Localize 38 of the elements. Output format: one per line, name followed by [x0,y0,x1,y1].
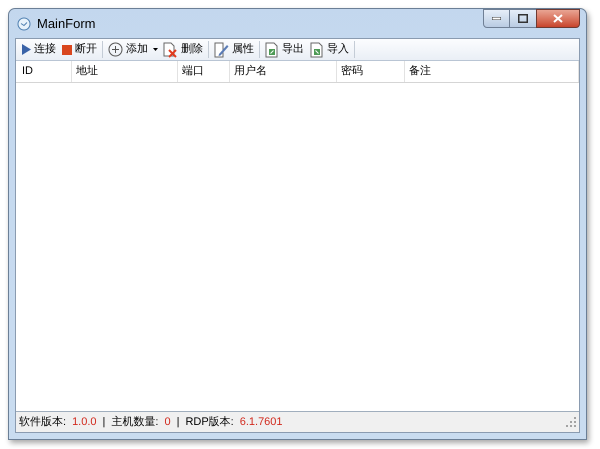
edit-document-icon [214,42,229,58]
document-arrow-icon [265,42,279,58]
status-value: 0 [164,414,171,430]
status-label: RDP版本: [185,414,234,430]
app-icon [17,16,31,30]
maximize-icon [518,14,528,23]
column-header[interactable]: 用户名 [230,61,337,82]
status-label: 主机数量: [111,414,158,430]
document-arrow-icon [310,42,324,58]
toolbar-button[interactable]: 属性 [211,40,257,60]
close-button[interactable] [536,9,580,28]
status-separator: | [176,414,180,430]
toolbar-button[interactable]: 添加 [105,40,151,60]
toolbar-button[interactable]: 断开 [59,40,100,60]
toolbar-button[interactable]: 删除 [160,40,206,60]
caret-icon [153,48,158,51]
toolbar-button[interactable]: 连接 [18,40,59,60]
maximize-button[interactable] [510,9,536,28]
close-icon [553,14,563,23]
column-header[interactable]: 备注 [405,61,579,82]
delete-document-icon [163,42,178,58]
minimize-icon [492,17,501,20]
stop-icon [62,44,72,54]
play-icon [21,44,31,55]
toolbar-button[interactable]: 导出 [262,40,307,60]
status-label: 软件版本: [19,414,66,430]
status-value: 1.0.0 [72,414,97,430]
plus-circle-icon [108,42,123,57]
status-value: 6.1.7601 [240,414,283,430]
resize-grip-icon [566,417,576,427]
minimize-button[interactable] [483,9,510,28]
column-header[interactable]: ID [18,61,72,82]
column-header[interactable]: 密码 [337,61,405,82]
column-header[interactable]: 端口 [178,61,230,82]
status-separator: | [102,414,106,430]
window-title: MainForm [37,14,96,33]
column-header[interactable]: 地址 [72,61,178,82]
toolbar-button[interactable]: 导入 [307,40,352,60]
